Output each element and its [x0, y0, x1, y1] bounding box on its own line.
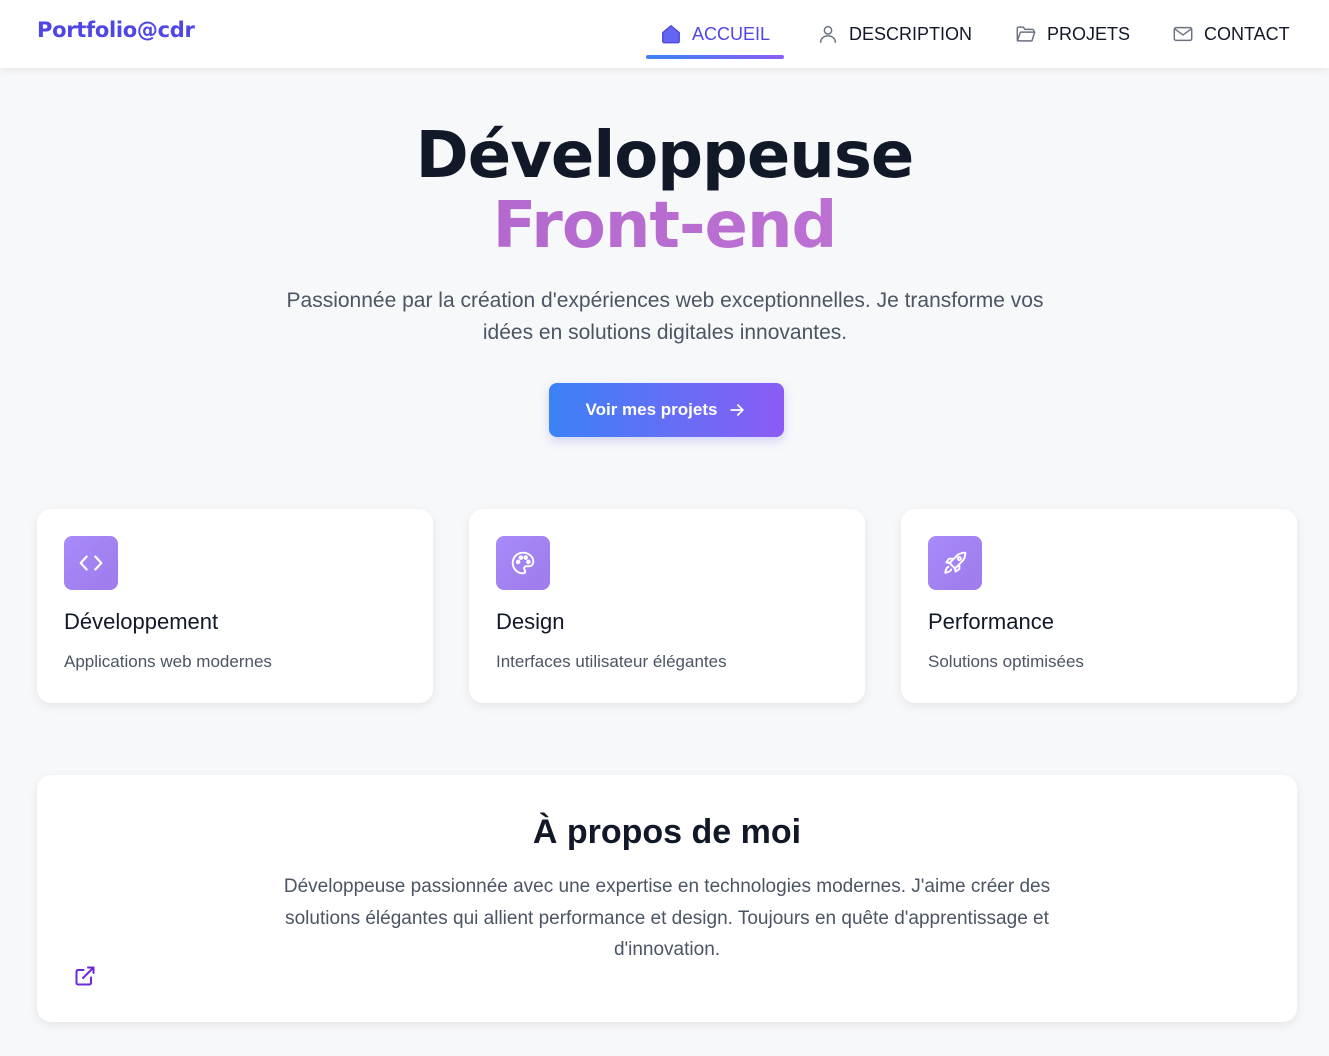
- about-text: Développeuse passionnée avec une experti…: [283, 876, 1051, 960]
- top-navbar: Portfolio@cdr ACCUEIL DESCRIPTION PROJET…: [0, 0, 1329, 68]
- nav-item-label: ACCUEIL: [692, 23, 771, 44]
- hero-accent-title: Front-end: [0, 190, 1329, 262]
- nav-item-accueil[interactable]: ACCUEIL: [645, 0, 785, 68]
- view-projects-button[interactable]: Voir mes projets: [549, 383, 784, 437]
- card-description: Interfaces utilisateur élégantes: [496, 652, 727, 671]
- home-icon: [662, 25, 680, 44]
- nav-item-contact[interactable]: CONTACT: [1172, 0, 1290, 68]
- arrow-right-icon: [730, 404, 745, 416]
- feature-card-design: Design Interfaces utilisateur élégantes: [469, 509, 865, 703]
- palette-icon-badge: [496, 536, 550, 590]
- hero-title: Développeuse: [415, 119, 915, 193]
- nav-item-label: DESCRIPTION: [849, 23, 973, 44]
- hero-subtitle: Passionnée par la création d'expériences…: [286, 289, 1044, 344]
- code-icon: [79, 555, 103, 571]
- folder-icon: [1016, 26, 1036, 42]
- about-title: À propos de moi: [532, 813, 802, 851]
- about-section: À propos de moi Développeuse passionnée …: [37, 775, 1297, 1022]
- card-description: Solutions optimisées: [928, 652, 1084, 671]
- brand-logo[interactable]: Portfolio@cdr: [37, 18, 195, 42]
- feature-card-performance: Performance Solutions optimisées: [901, 509, 1297, 703]
- palette-icon: [511, 551, 535, 575]
- card-title: Design: [496, 609, 565, 634]
- external-link-icon[interactable]: [73, 964, 97, 988]
- rocket-icon-badge: [928, 536, 982, 590]
- nav-item-projets[interactable]: PROJETS: [1015, 0, 1130, 68]
- card-title: Développement: [64, 609, 219, 634]
- code-icon-badge: [64, 536, 118, 590]
- user-icon: [819, 25, 837, 43]
- view-projects-label: Voir mes projets: [585, 400, 718, 419]
- card-title: Performance: [928, 609, 1054, 634]
- mail-icon: [1173, 26, 1193, 42]
- rocket-icon: [944, 551, 967, 574]
- nav-item-label: CONTACT: [1204, 23, 1290, 44]
- nav-item-label: PROJETS: [1047, 23, 1131, 44]
- feature-card-developpement: Développement Applications web modernes: [37, 509, 433, 703]
- nav-item-description[interactable]: DESCRIPTION: [817, 0, 972, 68]
- card-description: Applications web modernes: [64, 652, 272, 671]
